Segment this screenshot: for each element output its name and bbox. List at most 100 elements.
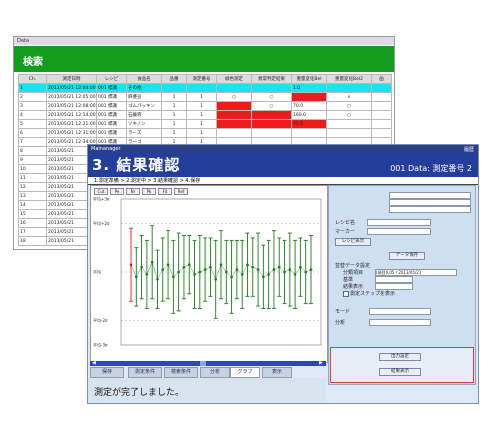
sort-basis-label: 基準: [343, 277, 354, 283]
y-tick-label: 平均+2σ: [93, 220, 110, 226]
table-row[interactable]: 6 2013/05/21 12:31:00 001 標識 ラーズ 1 1: [18, 128, 392, 138]
recipe-select-2[interactable]: [389, 199, 471, 206]
mode-label: モード: [335, 309, 351, 315]
analysis-label: 分析: [335, 320, 346, 326]
table-cell: 17: [18, 227, 47, 237]
table-cell: 9: [18, 155, 47, 165]
data-point: [272, 268, 276, 271]
mode-select[interactable]: [369, 308, 431, 315]
table-cell: 70.0: [291, 101, 327, 111]
table-row[interactable]: 1 2013/05/21 12:04:00 001 標識 その他 1.0: [18, 83, 392, 93]
window-title: Data: [17, 38, 29, 44]
table-cell: その他: [126, 83, 162, 93]
table-cell: 15: [18, 209, 47, 219]
column-header[interactable]: 品番: [161, 74, 187, 84]
column-header[interactable]: Ch.: [18, 74, 47, 84]
table-cell: 7: [18, 137, 47, 147]
chart-tool-button[interactable]: Nr: [126, 188, 140, 195]
chart-tool-button[interactable]: Fit: [158, 188, 172, 195]
table-row[interactable]: 3 2013/05/21 12:08:00 001 標識 ゴムパッキン 1 1 ○ 70.0 ○: [18, 101, 392, 111]
chart-tool-button[interactable]: Pk: [142, 188, 156, 195]
table-cell: 1: [186, 128, 217, 138]
chart-tool-button[interactable]: Ref: [174, 188, 188, 195]
data-save-button[interactable]: データ保存: [389, 252, 425, 260]
data-point: [150, 260, 154, 264]
table-row[interactable]: 4 2013/05/21 12:14:00 001 標識 石鹸液 1 1 160.0 ○: [18, 110, 392, 120]
horizontal-scrollbar[interactable]: ◀ ▶: [90, 361, 326, 366]
table-cell: [251, 119, 292, 129]
table-cell: 1: [186, 119, 217, 129]
recipe-view-button[interactable]: レシピ表示: [335, 238, 371, 246]
table-cell: 1: [18, 83, 47, 93]
window-title-bar: Data: [14, 37, 394, 45]
error-bar-chart: 平均+3σ 平均+2σ 平均平均-2σ 平均-3σ: [93, 196, 322, 348]
analysis-select[interactable]: [369, 319, 431, 326]
tab-display[interactable]: 表示: [262, 367, 292, 378]
table-cell: ○: [216, 92, 252, 102]
table-cell: ソキノン: [126, 119, 162, 129]
data-point: [156, 278, 159, 281]
table-row[interactable]: 2 2013/05/21 12:05:00 001 標識 麻婆豆 1 1 ○ ○ ×: [18, 92, 392, 102]
step-progress: 1.測定準備 > 2.測定中 > 3.結果確認 > 4.保存: [88, 177, 478, 185]
output-settings-button[interactable]: 出力設定: [379, 353, 421, 361]
tab-graph[interactable]: グラフ: [230, 367, 260, 378]
table-cell: 16: [18, 218, 47, 228]
column-header[interactable]: 画: [371, 74, 392, 84]
tab-search-conditions[interactable]: 検索条件: [164, 367, 198, 378]
column-header[interactable]: 重量変化Bel: [291, 74, 327, 84]
table-row[interactable]: 5 2013/05/21 12:21:00 001 標識 ソキノン 1 1 75.0: [18, 119, 392, 129]
search-heading: 検索: [23, 57, 43, 68]
column-header[interactable]: 異常判定結果: [251, 74, 292, 84]
table-cell: [251, 83, 292, 93]
column-header[interactable]: 測定日時: [46, 74, 97, 84]
table-cell: [216, 128, 252, 138]
table-cell: 14: [18, 200, 47, 210]
tab-analysis[interactable]: 分析: [200, 367, 230, 378]
table-cell: ○: [251, 101, 292, 111]
sort-basis-select[interactable]: [375, 276, 413, 283]
table-cell: [161, 83, 187, 93]
table-cell: [291, 128, 327, 138]
table-cell: 1: [161, 101, 187, 111]
recipe-name-select[interactable]: [367, 219, 431, 226]
data-point: [187, 263, 191, 266]
column-header[interactable]: レシピ: [96, 74, 127, 84]
data-point: [304, 270, 308, 274]
recipe-select-3[interactable]: [389, 206, 471, 213]
show-steps-checkbox[interactable]: [343, 291, 349, 297]
data-point: [177, 270, 180, 274]
column-header[interactable]: 測定番号: [186, 74, 217, 84]
data-point: [267, 273, 270, 276]
chart-panel: Cut Pe Nr Pk Fit Ref 平均+3σ 平均+2σ 平均 平均-2σ 平均-3σ: [90, 185, 328, 363]
scroll-right-icon[interactable]: ▶: [319, 361, 324, 366]
data-point: [193, 273, 196, 276]
chart-tool-button[interactable]: Pe: [110, 188, 124, 195]
sort-item-select[interactable]: (項目)L05 / 2013/05/21: [375, 269, 457, 276]
data-point: [166, 263, 170, 266]
column-header[interactable]: 食品名: [126, 74, 162, 84]
marker-select[interactable]: [367, 228, 431, 235]
sort-label: 並替データ設定: [335, 263, 371, 269]
chart-tool-button[interactable]: Cut: [94, 188, 108, 195]
recipe-select-1[interactable]: [389, 192, 471, 199]
table-cell: [326, 83, 372, 93]
marker-label: マーカー: [335, 229, 356, 235]
tab-measure-conditions[interactable]: 測定条件: [128, 367, 162, 378]
step-title: 3. 結果確認: [92, 156, 181, 174]
scroll-left-icon[interactable]: ◀: [92, 361, 97, 366]
show-results-button[interactable]: 結果表示: [379, 368, 421, 376]
scroll-thumb[interactable]: [200, 361, 206, 366]
column-header[interactable]: 緑色測定: [216, 74, 252, 84]
table-cell: 1: [161, 128, 187, 138]
table-cell: 1: [161, 92, 187, 102]
column-header[interactable]: 重量変化Bel2: [326, 74, 372, 84]
settings-panel: レシピ名 マーカー レシピ表示 データ保存 並替データ設定 分類項目 (項目)L…: [328, 185, 476, 385]
table-cell: 001 標識: [96, 92, 127, 102]
result-display-select[interactable]: [375, 283, 413, 290]
data-point: [277, 265, 281, 269]
data-point: [140, 265, 143, 269]
data-point: [161, 268, 165, 271]
data-point: [246, 263, 249, 266]
tab-save[interactable]: 保存: [90, 367, 124, 378]
table-cell: [371, 92, 392, 102]
